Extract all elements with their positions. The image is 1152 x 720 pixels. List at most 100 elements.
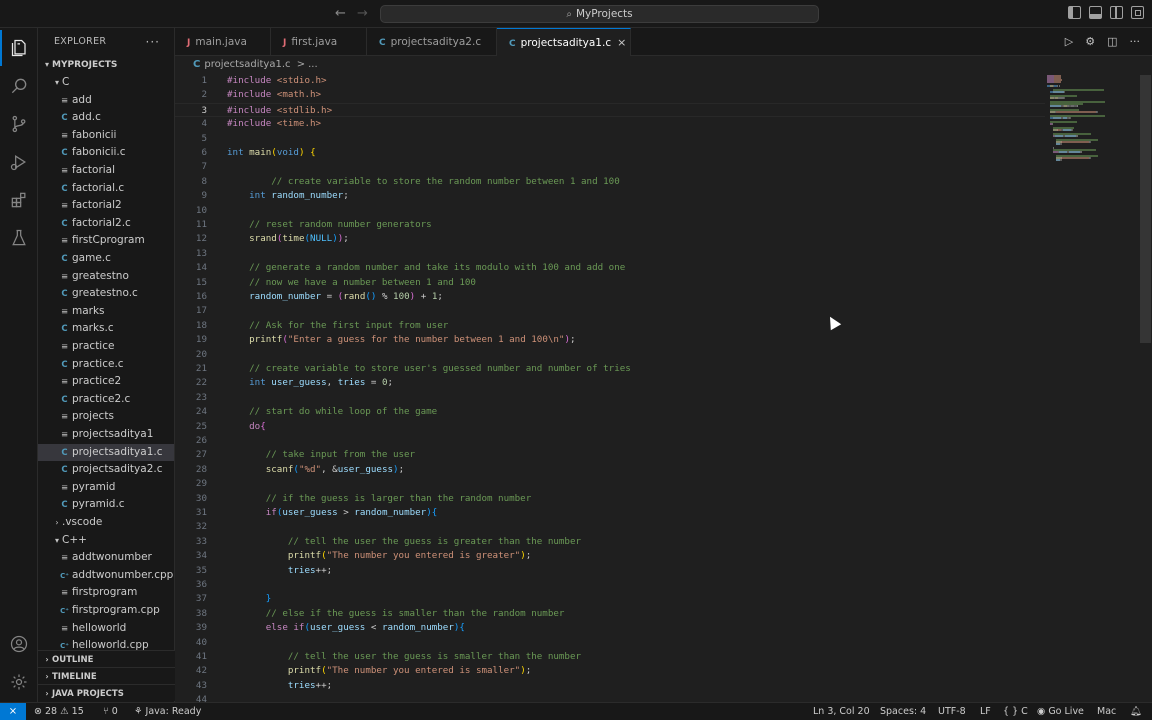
end-of-line[interactable]: LF	[980, 703, 991, 720]
customize-layout-icon[interactable]	[1131, 6, 1144, 19]
toggle-primary-sidebar-icon[interactable]	[1068, 6, 1081, 19]
toggle-secondary-sidebar-icon[interactable]	[1110, 6, 1123, 19]
tree-item[interactable]: ≡ fabonicii	[38, 127, 174, 145]
code-line[interactable]: 30 // if the guess is larger than the ra…	[175, 492, 1045, 506]
tree-item[interactable]: C⁺ addtwonumber.cpp	[38, 567, 174, 585]
code-line[interactable]: 34 printf("The number you entered is gre…	[175, 549, 1045, 563]
accounts-icon[interactable]	[0, 626, 38, 662]
code-line[interactable]: 19 printf("Enter a guess for the number …	[175, 333, 1045, 347]
tree-item[interactable]: C⁺ firstprogram.cpp	[38, 602, 174, 620]
code-line[interactable]: 11 // reset random number generators	[175, 218, 1045, 232]
code-line[interactable]: 36	[175, 578, 1045, 592]
code-line[interactable]: 29	[175, 477, 1045, 491]
code-line[interactable]: 26	[175, 434, 1045, 448]
explorer-icon[interactable]	[0, 30, 38, 66]
tree-item[interactable]: Cprojectsaditya2.c	[38, 461, 174, 479]
code-line[interactable]: 37 }	[175, 592, 1045, 606]
toggle-panel-icon[interactable]	[1089, 6, 1102, 19]
tree-item[interactable]: ≡ greatestno	[38, 268, 174, 286]
code-line[interactable]: 15 // now we have a number between 1 and…	[175, 276, 1045, 290]
code-line[interactable]: 1 #include <stdio.h>	[175, 74, 1045, 88]
code-line[interactable]: 44	[175, 693, 1045, 702]
code-line[interactable]: 2 #include <math.h>	[175, 88, 1045, 102]
language-mode[interactable]: { } C	[1003, 703, 1028, 720]
tree-item[interactable]: ≡ firstprogram	[38, 584, 174, 602]
tree-item[interactable]: ≡ practice2	[38, 373, 174, 391]
more-actions-icon[interactable]: ···	[146, 28, 160, 56]
code-line[interactable]: 22 int user_guess, tries = 0;	[175, 376, 1045, 390]
remote-indicator-icon[interactable]: ⨯	[0, 703, 26, 720]
tree-item[interactable]: ≡ add	[38, 92, 174, 110]
gear-icon[interactable]: ⚙	[1085, 35, 1095, 48]
code-line[interactable]: 35 tries++;	[175, 564, 1045, 578]
tree-item[interactable]: ▾ C	[38, 74, 174, 92]
tree-item[interactable]: Cfabonicii.c	[38, 144, 174, 162]
search-icon[interactable]	[0, 68, 38, 104]
tree-item[interactable]: ≡ helloworld	[38, 620, 174, 638]
tab-projectsaditya2-c[interactable]: Cprojectsaditya2.c	[367, 28, 497, 56]
workspace-root[interactable]: ▾ MYPROJECTS	[38, 56, 174, 74]
editor-scrollbar[interactable]	[1140, 75, 1151, 343]
run-icon[interactable]: ▷	[1065, 35, 1073, 48]
tree-item[interactable]: Cfactorial.c	[38, 180, 174, 198]
back-arrow-icon[interactable]: ←	[335, 6, 346, 21]
tree-item[interactable]: ≡ practice	[38, 338, 174, 356]
tree-item[interactable]: › .vscode	[38, 514, 174, 532]
forward-arrow-icon[interactable]: →	[357, 6, 368, 21]
tab-first-java[interactable]: Jfirst.java	[271, 28, 367, 56]
code-line[interactable]: 31 if(user_guess > random_number){	[175, 506, 1045, 520]
minimap[interactable]	[1045, 73, 1115, 173]
code-line[interactable]: 14 // generate a random number and take …	[175, 261, 1045, 275]
tree-item[interactable]: Cadd.c	[38, 109, 174, 127]
code-line[interactable]: 32	[175, 520, 1045, 534]
code-line[interactable]: 13	[175, 247, 1045, 261]
cursor-position[interactable]: Ln 3, Col 20	[813, 703, 870, 720]
tree-item[interactable]: Cpyramid.c	[38, 496, 174, 514]
timeline-section[interactable]: › TIMELINE	[38, 667, 175, 684]
code-line[interactable]: 4 #include <time.h>	[175, 117, 1045, 131]
code-line[interactable]: 33 // tell the user the guess is greater…	[175, 535, 1045, 549]
tree-item[interactable]: Cpractice.c	[38, 356, 174, 374]
tree-item[interactable]: Cgame.c	[38, 250, 174, 268]
outline-section[interactable]: › OUTLINE	[38, 650, 175, 667]
extensions-icon[interactable]	[0, 182, 38, 218]
split-editor-icon[interactable]: ◫	[1107, 35, 1117, 48]
code-line[interactable]: 20	[175, 348, 1045, 362]
command-center-search[interactable]: ⌕ MyProjects	[380, 5, 819, 23]
testing-icon[interactable]	[0, 220, 38, 256]
code-line[interactable]: 6 int main(void) {	[175, 146, 1045, 160]
platform-indicator[interactable]: Mac	[1097, 703, 1116, 720]
tree-item[interactable]: ≡ firstCprogram	[38, 232, 174, 250]
indentation[interactable]: Spaces: 4	[880, 703, 926, 720]
code-line[interactable]: 21 // create variable to store user's gu…	[175, 362, 1045, 376]
tree-item[interactable]: ≡ marks	[38, 303, 174, 321]
code-line[interactable]: 9 int random_number;	[175, 189, 1045, 203]
code-line[interactable]: 8 // create variable to store the random…	[175, 175, 1045, 189]
encoding[interactable]: UTF-8	[938, 703, 966, 720]
code-line[interactable]: 18 // Ask for the first input from user	[175, 319, 1045, 333]
code-line[interactable]: 43 tries++;	[175, 679, 1045, 693]
manage-gear-icon[interactable]	[0, 664, 38, 700]
java-status[interactable]: ⚘ Java: Ready	[134, 703, 201, 720]
ports-indicator[interactable]: ⑂ 0	[103, 703, 118, 720]
code-line[interactable]: 42 printf("The number you entered is sma…	[175, 664, 1045, 678]
code-line[interactable]: 17	[175, 304, 1045, 318]
tree-item[interactable]: ≡ projectsaditya1	[38, 426, 174, 444]
code-line[interactable]: 16 random_number = (rand() % 100) + 1;	[175, 290, 1045, 304]
tree-item[interactable]: ≡ pyramid	[38, 479, 174, 497]
code-line[interactable]: 5	[175, 132, 1045, 146]
code-line[interactable]: 7	[175, 160, 1045, 174]
code-line[interactable]: 12 srand(time(NULL));	[175, 232, 1045, 246]
code-editor[interactable]: 1 #include <stdio.h> 2 #include <math.h> 3 #i…	[175, 73, 1152, 702]
code-line[interactable]: 28 scanf("%d", &user_guess);	[175, 463, 1045, 477]
tree-item[interactable]: ≡ factorial2	[38, 197, 174, 215]
code-line[interactable]: 27 // take input from the user	[175, 448, 1045, 462]
code-line[interactable]: 23	[175, 391, 1045, 405]
breadcrumb-file[interactable]: projectsaditya1.c	[204, 59, 290, 70]
tree-item[interactable]: ▾ C++	[38, 532, 174, 550]
code-line[interactable]: 39 else if(user_guess < random_number){	[175, 621, 1045, 635]
source-control-icon[interactable]	[0, 106, 38, 142]
tree-item[interactable]: ≡ addtwonumber	[38, 549, 174, 567]
tree-item[interactable]: Cgreatestno.c	[38, 285, 174, 303]
tree-item[interactable]: Cpractice2.c	[38, 391, 174, 409]
